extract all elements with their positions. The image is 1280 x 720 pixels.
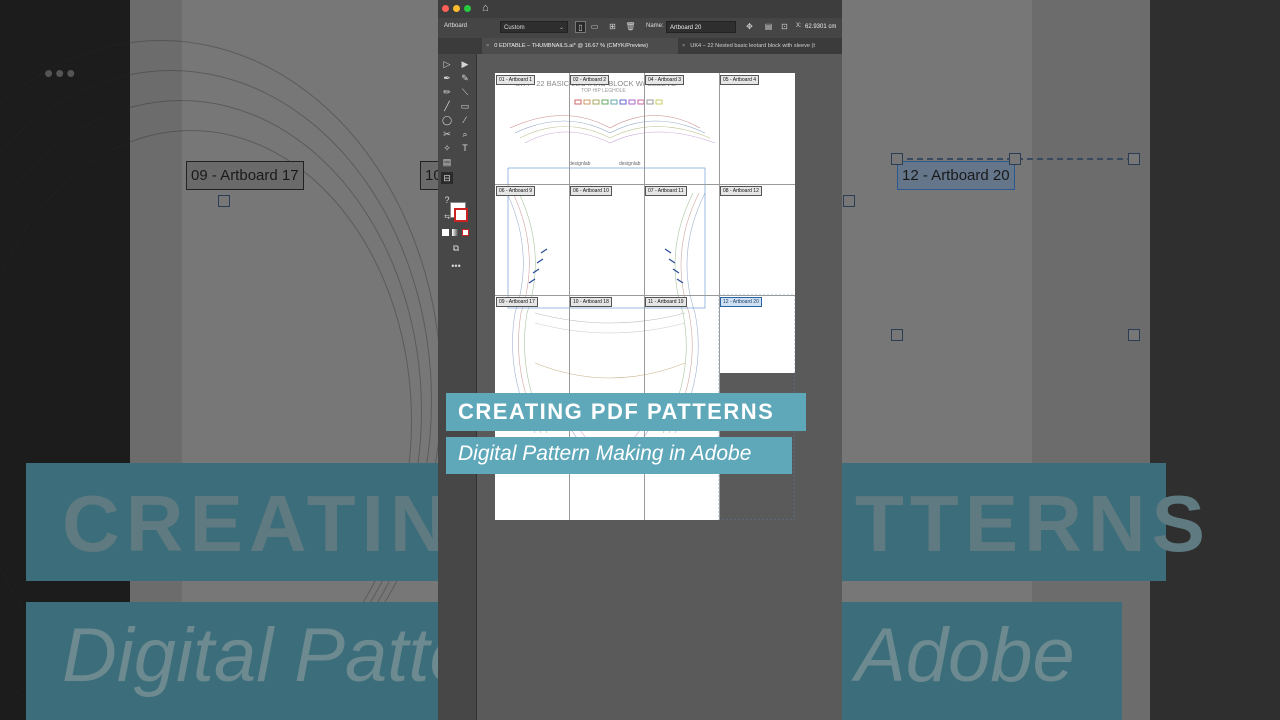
artboard-options-icon[interactable]: ▤ xyxy=(763,21,774,33)
artboard-label[interactable]: 01 - Artboard 1 xyxy=(496,75,536,85)
title-text: CREATING PDF PATTERNS xyxy=(458,399,775,424)
document-tab-bar: × 0 EDITABLE – THUMBNAILS.ai* @ 16.67 % (… xyxy=(438,38,842,55)
screen-mode-icon[interactable]: ⧉ xyxy=(450,242,462,254)
tab-leotard-block[interactable]: × UK4 – 22 Nested basic leotard block wit… xyxy=(678,38,842,54)
bg-subtitle-text: Digital Patte xyxy=(62,613,472,698)
bg-subtitle-text-right: Adobe xyxy=(855,613,1075,698)
artboard-name-field[interactable]: Artboard 20 xyxy=(666,21,736,33)
line-icon[interactable]: ╱ xyxy=(441,100,453,112)
tab-thumbnails[interactable]: × 0 EDITABLE – THUMBNAILS.ai* @ 16.67 % (… xyxy=(482,38,678,54)
grid-line xyxy=(495,184,795,185)
tab-label: UK4 – 22 Nested basic leotard block with… xyxy=(690,43,815,49)
close-tab-icon[interactable]: × xyxy=(486,43,489,49)
minimize-window-button[interactable] xyxy=(453,5,460,12)
bg-handle xyxy=(218,195,230,207)
preset-select[interactable]: Custom ⌄ xyxy=(500,21,568,33)
bg-artboard-label-17: 09 - Artboard 17 xyxy=(186,161,304,190)
landscape-button[interactable]: ▭ xyxy=(589,21,600,33)
artboard-label-selected[interactable]: 12 - Artboard 20 xyxy=(720,297,762,307)
logo-right: designlab xyxy=(619,161,641,167)
title-banner: CREATING PDF PATTERNS xyxy=(446,393,806,431)
new-artboard-button[interactable]: ⊞ xyxy=(607,21,618,33)
none-mode-icon[interactable] xyxy=(462,229,469,236)
control-bar: Artboard Custom ⌄ ▯ ▭ ⊞ 🗑 Name: Artboard… xyxy=(438,18,842,39)
name-label: Name: xyxy=(646,23,664,29)
gradient-icon[interactable]: ▤ xyxy=(441,156,453,168)
more-tools-icon[interactable]: ••• xyxy=(450,260,462,272)
reference-point-icon[interactable]: ⊡ xyxy=(779,21,790,33)
magic-wand-icon[interactable]: ✧ xyxy=(441,142,453,154)
artboard-label[interactable]: 05 - Artboard 4 xyxy=(720,75,760,85)
artboard-label[interactable]: 08 - Artboard 12 xyxy=(720,186,762,196)
x-label: X: xyxy=(796,23,802,29)
scissors-icon[interactable]: ✂ xyxy=(441,128,453,140)
artboard-label[interactable]: 07 - Artboard 11 xyxy=(645,186,687,196)
pattern-subheading: TOP HIP LEGHOLE xyxy=(581,88,626,94)
bg-handle xyxy=(1128,329,1140,341)
pen-icon[interactable]: ✒ xyxy=(441,72,453,84)
subtitle-banner: Digital Pattern Making in Adobe xyxy=(446,437,792,474)
bg-handle xyxy=(1009,153,1021,165)
artboard-tool-icon[interactable]: ⊟ xyxy=(441,172,453,184)
pencil-icon[interactable]: ✏ xyxy=(441,86,453,98)
anchor-icon[interactable]: ⟍ xyxy=(459,86,471,98)
logo-left: designlab xyxy=(569,161,591,167)
bg-handle xyxy=(843,195,855,207)
gradient-mode-icon[interactable] xyxy=(452,229,459,236)
zoom-icon[interactable]: ⌕ xyxy=(459,128,471,140)
canvas[interactable]: UK4 - 22 BASIC LEOTARD BLOCK W/ SLEEVE T… xyxy=(477,54,842,720)
artboard-label[interactable]: 11 - Artboard 19 xyxy=(645,297,687,307)
artboard-label[interactable]: 06 - Artboard 10 xyxy=(570,186,612,196)
artboard-panel-label: Artboard xyxy=(444,23,468,29)
ellipse-icon[interactable]: ◯ xyxy=(441,114,453,126)
curvature-icon[interactable]: ✎ xyxy=(459,72,471,84)
rectangle-icon[interactable]: ▭ xyxy=(459,100,471,112)
eyedropper-icon[interactable]: ⁄ xyxy=(459,114,471,126)
tools-panel: ▷ ▶ ✒ ✎ ✏ ⟍ ╱ ▭ ◯ ⁄ ✂ ⌕ ✧ T ▤ ⊟ ? ⇆ ⧉ ••… xyxy=(438,54,477,720)
portrait-button[interactable]: ▯ xyxy=(575,21,586,33)
tab-label: 0 EDITABLE – THUMBNAILS.ai* @ 16.67 % (C… xyxy=(494,43,649,49)
bg-artboard-label-20: 12 - Artboard 20 xyxy=(897,161,1015,190)
move-copy-artwork-icon[interactable]: ✥ xyxy=(744,21,755,33)
close-tab-icon[interactable]: × xyxy=(682,43,685,49)
close-window-button[interactable] xyxy=(442,5,449,12)
subtitle-text: Digital Pattern Making in Adobe xyxy=(458,442,752,465)
maximize-window-button[interactable] xyxy=(464,5,471,12)
color-mode-icon[interactable] xyxy=(442,229,449,236)
swap-colors-icon[interactable]: ⇆ xyxy=(441,212,453,224)
x-field[interactable]: 62.9301 cm xyxy=(805,21,842,33)
delete-artboard-icon[interactable]: 🗑 xyxy=(625,21,636,33)
chevron-down-icon: ⌄ xyxy=(558,25,564,31)
type-icon[interactable]: T xyxy=(459,142,471,154)
artboard-label[interactable]: 10 - Artboard 18 xyxy=(570,297,612,307)
bg-handle xyxy=(891,153,903,165)
grid-line xyxy=(495,295,795,296)
stroke-swatch[interactable] xyxy=(454,208,468,222)
artboard-label[interactable]: 02 - Artboard 2 xyxy=(570,75,610,85)
illustrator-window: ⌂ Artboard Custom ⌄ ▯ ▭ ⊞ 🗑 Name: Artboa… xyxy=(438,0,842,720)
artboard-label[interactable]: 06 - Artboard 9 xyxy=(496,186,536,196)
preset-value: Custom xyxy=(504,25,525,31)
bg-handle xyxy=(1128,153,1140,165)
bg-title-text-right: TTERNS xyxy=(855,479,1211,568)
title-bar: ⌂ xyxy=(438,0,842,18)
home-icon[interactable]: ⌂ xyxy=(482,2,489,14)
bg-handle xyxy=(891,329,903,341)
artboard-label[interactable]: 09 - Artboard 17 xyxy=(496,297,538,307)
selection-tool-icon[interactable]: ▷ xyxy=(441,58,453,70)
direct-selection-icon[interactable]: ▶ xyxy=(459,58,471,70)
artboard-label[interactable]: 04 - Artboard 3 xyxy=(645,75,685,85)
